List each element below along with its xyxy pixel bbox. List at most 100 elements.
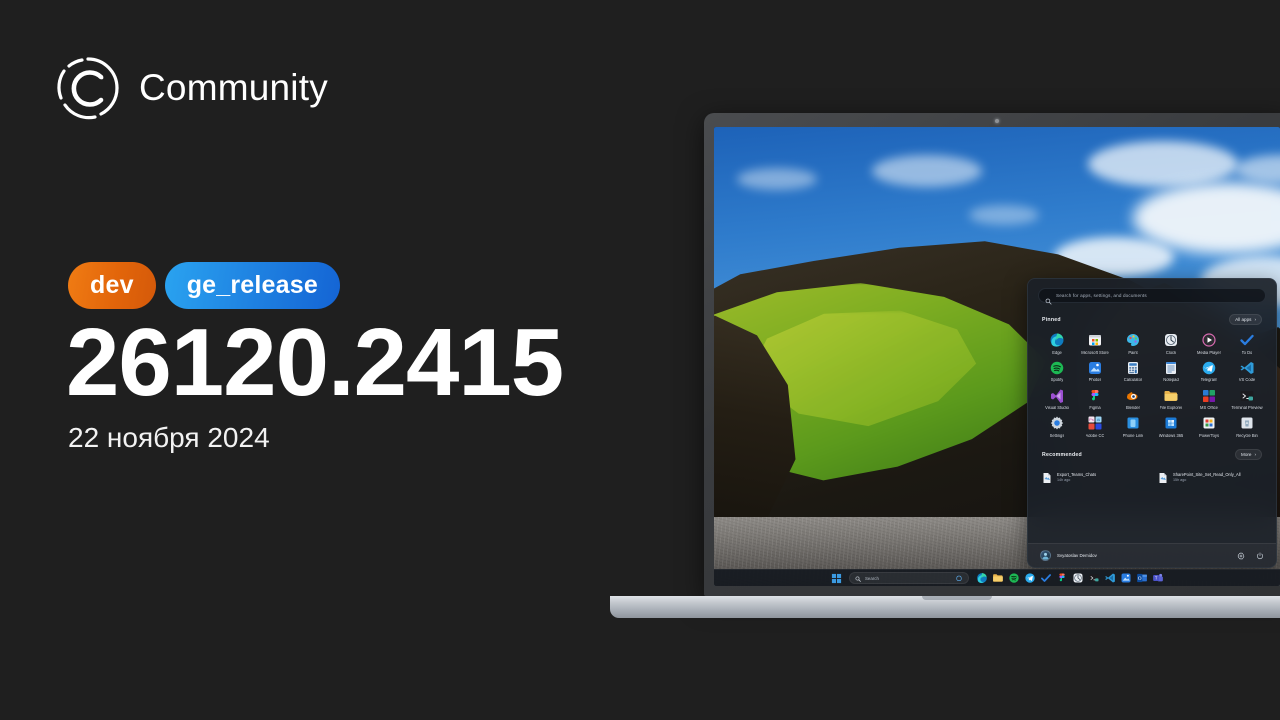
all-apps-button[interactable]: All apps › [1229, 314, 1262, 325]
taskbar-app-teams[interactable]: T [1152, 572, 1164, 584]
webcam-icon [995, 119, 999, 123]
pinned-app-notepad[interactable]: Notepad [1152, 360, 1190, 383]
taskbar-app-telegram[interactable] [1024, 572, 1036, 584]
laptop-lid: Search for apps, settings, and documents… [704, 113, 1280, 596]
pinned-app-microsoft-store[interactable]: Microsoft Store [1076, 332, 1114, 355]
chevron-right-icon: › [1254, 452, 1256, 458]
app-label: Settings [1049, 433, 1065, 438]
terminal-preview-icon [1239, 388, 1255, 404]
start-menu-footer: Svyatoslav Demidov [1028, 543, 1276, 567]
vs-code-icon [1239, 360, 1255, 376]
recommended-item-name: Export_Teams_Chats [1057, 472, 1097, 478]
pinned-app-edge[interactable]: Edge [1038, 332, 1076, 355]
gear-icon[interactable] [1237, 547, 1245, 565]
app-label: Blender [1125, 406, 1141, 411]
more-label: More [1241, 452, 1252, 458]
taskbar-app-vs-code[interactable] [1104, 572, 1116, 584]
pinned-apps-grid: Edge Microsoft Store Paint Clock Media P… [1038, 332, 1266, 438]
windows-start-icon[interactable] [830, 572, 842, 584]
app-label: Terminal Preview [1231, 406, 1263, 411]
pinned-app-to-do[interactable]: To Do [1228, 332, 1266, 355]
recommended-item-name: SharePoint_Site_Set_Read_Only_All [1173, 472, 1241, 478]
file-explorer-icon [1163, 388, 1179, 404]
laptop-mockup: Search for apps, settings, and documents… [610, 113, 1280, 625]
to-do-icon [1239, 332, 1255, 348]
search-icon [855, 569, 861, 586]
taskbar-search-placeholder: Search [865, 575, 879, 581]
recommended-list: Export_Teams_Chats 14h ago SharePoint_Si… [1038, 468, 1266, 486]
start-menu: Search for apps, settings, and documents… [1027, 278, 1277, 568]
laptop-screen: Search for apps, settings, and documents… [714, 127, 1280, 586]
taskbar-app-terminal-preview[interactable] [1088, 572, 1100, 584]
app-label: To Do [1241, 350, 1253, 355]
app-label: Adobe CC [1085, 433, 1105, 438]
pinned-app-spotify[interactable]: Spotify [1038, 360, 1076, 383]
pinned-app-figma[interactable]: Figma [1076, 388, 1114, 411]
app-label: Telegram [1200, 378, 1218, 383]
power-icon[interactable] [1256, 547, 1264, 565]
release-badges: dev ge_release [68, 262, 340, 309]
cloud [968, 205, 1039, 226]
app-label: Edge [1052, 350, 1062, 355]
app-label: Photos [1088, 378, 1102, 383]
taskbar-app-figma[interactable] [1056, 572, 1068, 584]
pinned-app-telegram[interactable]: Telegram [1190, 360, 1228, 383]
taskbar-app-clock[interactable] [1072, 572, 1084, 584]
list-item[interactable]: SharePoint_Site_Set_Read_Only_All 15h ag… [1154, 468, 1266, 486]
svg-text:O: O [1138, 577, 1142, 582]
taskbar-app-edge[interactable] [976, 572, 988, 584]
start-search-input[interactable]: Search for apps, settings, and documents [1038, 288, 1266, 305]
pinned-app-paint[interactable]: Paint [1114, 332, 1152, 355]
blender-icon [1125, 388, 1141, 404]
taskbar-app-photos[interactable] [1120, 572, 1132, 584]
badge-channel-dev: dev [68, 262, 156, 309]
avatar[interactable] [1040, 550, 1051, 561]
pinned-app-visual-studio[interactable]: Visual Studio [1038, 388, 1076, 411]
adobe-cc-icon: Ps Ai [1087, 415, 1103, 431]
document-icon [1157, 471, 1169, 484]
pinned-app-media-player[interactable]: Media Player [1190, 332, 1228, 355]
pinned-title: Pinned [1042, 316, 1061, 323]
recommended-header: Recommended More › [1042, 449, 1262, 461]
pinned-app-calculator[interactable]: Calculator [1114, 360, 1152, 383]
pinned-app-settings[interactable]: Settings [1038, 415, 1076, 438]
svg-text:Ps: Ps [1089, 417, 1094, 422]
more-button[interactable]: More › [1235, 449, 1262, 461]
pinned-app-clock[interactable]: Clock [1152, 332, 1190, 355]
ms-office-icon [1201, 388, 1217, 404]
app-label: Media Player [1197, 350, 1221, 355]
media-player-icon [1201, 332, 1217, 348]
pinned-header: Pinned All apps › [1042, 314, 1262, 325]
taskbar-app-to-do[interactable] [1040, 572, 1052, 584]
copilot-icon[interactable] [955, 569, 963, 586]
pinned-app-vs-code[interactable]: VS Code [1228, 360, 1266, 383]
taskbar-app-spotify[interactable] [1008, 572, 1020, 584]
taskbar-app-outlook[interactable]: O [1136, 572, 1148, 584]
recommended-item-time: 15h ago [1173, 478, 1187, 483]
app-label: MS Office [1200, 406, 1218, 411]
visual-studio-icon [1049, 388, 1065, 404]
taskbar-app-file-explorer[interactable] [992, 572, 1004, 584]
pinned-app-adobe-cc[interactable]: Ps Ai Adobe CC [1076, 415, 1114, 438]
pinned-app-ms-office[interactable]: MS Office [1190, 388, 1228, 411]
pinned-app-file-explorer[interactable]: File Explorer [1152, 388, 1190, 411]
app-label: Figma [1089, 406, 1101, 411]
pinned-app-blender[interactable]: Blender [1114, 388, 1152, 411]
pinned-app-windows-365[interactable]: Windows 365 [1152, 415, 1190, 438]
taskbar: Search O T [714, 569, 1280, 586]
pinned-app-recycle-bin[interactable]: Recycle Bin [1228, 415, 1266, 438]
windows-365-icon [1163, 415, 1179, 431]
release-date: 22 ноября 2024 [68, 422, 270, 453]
pinned-app-terminal-preview[interactable]: Terminal Preview [1228, 388, 1266, 411]
pinned-app-powertoys[interactable]: PowerToys [1190, 415, 1228, 438]
recommended-item-time: 14h ago [1057, 478, 1071, 483]
build-number: 26120.2415 [66, 309, 564, 416]
photos-icon [1087, 360, 1103, 376]
list-item[interactable]: Export_Teams_Chats 14h ago [1038, 468, 1150, 486]
app-label: Phone Link [1122, 433, 1144, 438]
app-label: Recycle Bin [1236, 433, 1258, 438]
taskbar-search-box[interactable]: Search [849, 572, 969, 584]
pinned-app-phone-link[interactable]: Phone Link [1114, 415, 1152, 438]
pinned-app-photos[interactable]: Photos [1076, 360, 1114, 383]
app-label: Spotify [1050, 378, 1064, 383]
